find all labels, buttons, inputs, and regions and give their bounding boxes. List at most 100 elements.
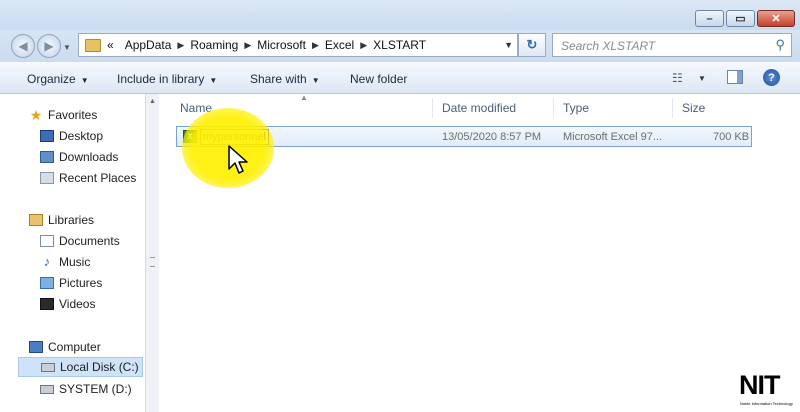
drive-icon [41, 362, 55, 372]
view-options-dropdown-icon[interactable]: ▼ [698, 74, 706, 83]
desktop-icon [40, 130, 54, 142]
forward-arrow-icon: ▶ [44, 39, 54, 53]
breadcrumb-separator-icon[interactable]: ▶ [244, 40, 251, 51]
back-button[interactable]: ◀ [11, 34, 35, 58]
chevron-down-icon: ▼ [311, 76, 320, 85]
file-name-rename-field[interactable]: mypersonnel [200, 129, 269, 145]
pictures-icon [40, 277, 54, 289]
column-header-name[interactable]: Name [180, 101, 212, 115]
nav-system-disk-label: SYSTEM (D:) [59, 382, 132, 396]
nav-recent-places-label: Recent Places [59, 171, 137, 185]
nav-documents-label: Documents [59, 234, 120, 248]
nav-pictures-label: Pictures [59, 276, 103, 290]
nav-desktop[interactable]: Desktop [40, 126, 103, 146]
breadcrumb-separator-icon[interactable]: ▶ [312, 40, 319, 51]
command-bar: Organize ▼ Include in library ▼ Share with… [0, 62, 800, 94]
breadcrumb-separator-icon[interactable]: ▶ [177, 40, 184, 51]
maximize-button[interactable]: ▭ [726, 10, 755, 27]
star-icon: ★ [29, 107, 43, 123]
column-header-size[interactable]: Size [682, 101, 705, 115]
mouse-pointer-icon [228, 145, 248, 174]
minimize-icon: – [706, 12, 713, 25]
address-row: ◀ ▶ ▼ « AppData ▶ Roaming ▶ Microsoft ▶ … [0, 30, 800, 62]
nav-documents[interactable]: Documents [40, 231, 120, 251]
file-row[interactable]: X mypersonnel 13/05/2020 8:57 PM Microso… [176, 126, 752, 147]
nav-computer[interactable]: Computer [29, 337, 101, 357]
address-dropdown-icon[interactable]: ▼ [504, 40, 513, 50]
logo-text: NIT [739, 370, 780, 400]
folder-icon [85, 38, 101, 52]
breadcrumb: « AppData ▶ Roaming ▶ Microsoft ▶ Excel … [107, 38, 426, 52]
column-divider[interactable] [432, 98, 433, 118]
title-bar: – ▭ ✕ [0, 0, 800, 30]
include-in-library-button[interactable]: Include in library ▼ [117, 72, 217, 86]
nav-libraries[interactable]: Libraries [29, 210, 94, 230]
nav-recent-places[interactable]: Recent Places [40, 168, 136, 188]
maximize-icon: ▭ [735, 13, 746, 25]
organize-button[interactable]: Organize ▼ [27, 72, 89, 86]
file-list-pane: ▲ Name Date modified Type Size X myperso… [159, 93, 800, 412]
nav-favorites[interactable]: ★ Favorites [29, 105, 98, 125]
breadcrumb-roaming[interactable]: Roaming [190, 38, 238, 52]
nav-downloads[interactable]: Downloads [40, 147, 118, 167]
nit-logo: NIT Noble Information Technology [737, 370, 795, 408]
drive-icon [40, 384, 54, 394]
organize-label: Organize [27, 72, 76, 86]
column-divider[interactable] [672, 98, 673, 118]
file-size: 700 KB [713, 131, 750, 143]
breadcrumb-appdata[interactable]: AppData [125, 38, 172, 52]
change-view-icon[interactable]: ☷ [672, 71, 688, 85]
nav-downloads-label: Downloads [59, 150, 119, 164]
navigation-pane: ★ Favorites Desktop Downloads Recent Plac… [0, 94, 145, 412]
breadcrumb-excel[interactable]: Excel [325, 38, 354, 52]
column-divider[interactable] [553, 98, 554, 118]
new-folder-button[interactable]: New folder [350, 72, 407, 86]
nav-music[interactable]: ♪ Music [40, 252, 91, 272]
refresh-icon: ↻ [526, 37, 538, 52]
help-icon[interactable]: ? [763, 69, 780, 86]
minimize-button[interactable]: – [695, 10, 724, 27]
preview-pane-icon[interactable] [727, 70, 743, 84]
libraries-icon [29, 214, 43, 226]
scroll-grip-icon[interactable] [150, 257, 155, 267]
nav-local-disk-c[interactable]: Local Disk (C:) [18, 357, 143, 377]
search-input[interactable]: Search XLSTART ⚲ [552, 33, 792, 57]
scroll-up-icon[interactable]: ▲ [149, 98, 156, 105]
nav-computer-label: Computer [48, 340, 101, 354]
videos-icon [40, 298, 54, 310]
breadcrumb-separator-icon[interactable]: ▶ [360, 40, 367, 51]
computer-icon [29, 341, 43, 353]
close-button[interactable]: ✕ [757, 10, 795, 27]
nav-desktop-label: Desktop [59, 129, 104, 143]
search-placeholder: Search XLSTART [561, 39, 656, 53]
new-folder-label: New folder [350, 72, 408, 86]
nav-videos[interactable]: Videos [40, 294, 95, 314]
nav-favorites-label: Favorites [48, 108, 98, 122]
recent-locations-dropdown-icon[interactable]: ▼ [63, 43, 71, 52]
nav-system-disk-d[interactable]: SYSTEM (D:) [40, 379, 132, 399]
navigation-pane-scrollbar[interactable]: ▲ [145, 94, 159, 412]
chevron-down-icon: ▼ [209, 76, 218, 85]
share-with-label: Share with [250, 72, 307, 86]
file-date-modified: 13/05/2020 8:57 PM [442, 131, 542, 143]
address-bar[interactable]: « AppData ▶ Roaming ▶ Microsoft ▶ Excel … [78, 33, 518, 57]
logo-subtitle: Noble Information Technology [740, 401, 793, 406]
include-in-library-label: Include in library [117, 72, 205, 86]
search-icon[interactable]: ⚲ [775, 37, 785, 53]
nav-libraries-label: Libraries [48, 213, 95, 227]
share-with-button[interactable]: Share with ▼ [250, 72, 320, 86]
excel-file-icon: X [183, 130, 197, 143]
column-header-type[interactable]: Type [563, 101, 589, 115]
breadcrumb-microsoft[interactable]: Microsoft [257, 38, 306, 52]
nav-pictures[interactable]: Pictures [40, 273, 102, 293]
music-icon: ♪ [43, 254, 51, 269]
forward-button[interactable]: ▶ [37, 34, 61, 58]
back-arrow-icon: ◀ [18, 39, 28, 53]
breadcrumb-overflow[interactable]: « [107, 38, 114, 52]
chevron-down-icon: ▼ [80, 76, 89, 85]
documents-icon [40, 235, 54, 247]
downloads-icon [40, 151, 54, 163]
refresh-button[interactable]: ↻ [518, 33, 546, 57]
breadcrumb-xlstart[interactable]: XLSTART [373, 38, 426, 52]
column-header-date-modified[interactable]: Date modified [442, 101, 516, 115]
